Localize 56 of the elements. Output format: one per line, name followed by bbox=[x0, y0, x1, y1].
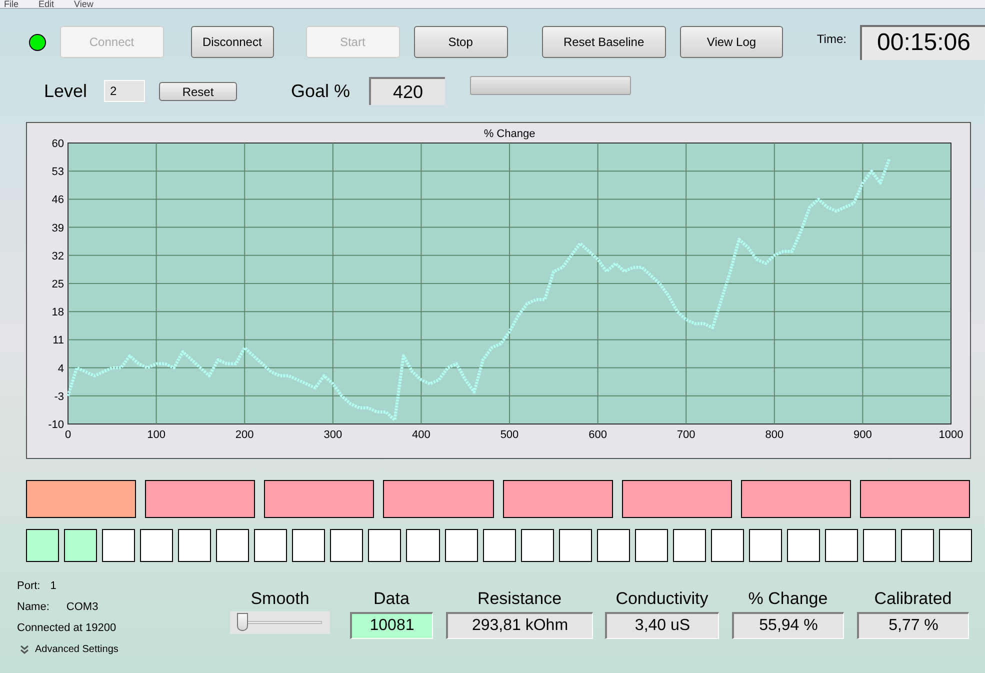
goal-label: Goal % bbox=[291, 80, 350, 102]
readout-label: Data bbox=[374, 588, 410, 610]
y-tick-label: 11 bbox=[52, 334, 64, 347]
reset-button[interactable]: Reset bbox=[159, 82, 238, 100]
y-tick-label: -10 bbox=[48, 419, 64, 431]
name-label: Name: bbox=[17, 600, 50, 615]
advanced-settings-toggle[interactable]: Advanced Settings bbox=[20, 638, 118, 660]
readout-value: 10081 bbox=[350, 612, 433, 639]
button[interactable]: Reset Baseline bbox=[542, 26, 666, 58]
x-tick-label: 100 bbox=[147, 429, 166, 441]
menu-item[interactable]: View bbox=[74, 0, 94, 8]
readout-label: Calibrated bbox=[874, 588, 952, 610]
time-label: Time: bbox=[816, 31, 846, 48]
x-tick-label: 600 bbox=[588, 429, 607, 441]
time-display: 00:15:06 bbox=[860, 24, 985, 60]
y-tick-label: 18 bbox=[52, 306, 64, 319]
readout-value: 5,77 % bbox=[857, 612, 969, 639]
x-tick-label: 400 bbox=[412, 429, 430, 441]
port-value: 1 bbox=[50, 578, 56, 594]
y-tick-label: 32 bbox=[52, 250, 64, 262]
double-chevron-icon bbox=[20, 644, 29, 654]
smooth-slider[interactable] bbox=[230, 611, 330, 634]
readout-value: 3,40 uS bbox=[605, 612, 719, 639]
port-name: COM3 bbox=[66, 600, 98, 615]
x-tick-label: 700 bbox=[676, 429, 696, 441]
readout-value: 293,81 kOhm bbox=[446, 612, 593, 639]
y-tick-label: 25 bbox=[52, 278, 64, 290]
x-tick-label: 800 bbox=[765, 429, 784, 441]
y-tick-label: 4 bbox=[58, 362, 64, 375]
x-tick-label: 300 bbox=[324, 429, 342, 441]
x-tick-label: 900 bbox=[854, 429, 872, 441]
y-tick-label: 60 bbox=[52, 138, 64, 150]
x-tick-label: 200 bbox=[235, 429, 254, 441]
x-tick-label: 1000 bbox=[938, 429, 964, 441]
y-tick-label: 39 bbox=[52, 222, 64, 234]
x-tick-label: 0 bbox=[64, 429, 72, 441]
smooth-label: Smooth bbox=[250, 588, 310, 610]
readout-label: Conductivity bbox=[616, 588, 708, 610]
readout-label: % Change bbox=[748, 588, 828, 610]
button[interactable]: Stop bbox=[414, 26, 508, 58]
y-tick-label: 53 bbox=[52, 166, 64, 178]
level-label: Level bbox=[44, 80, 88, 102]
readout-label: Resistance bbox=[477, 588, 562, 610]
readout-value: 55,94 % bbox=[732, 612, 844, 639]
goal-field: 420 bbox=[369, 77, 446, 105]
level-field: 2 bbox=[104, 80, 146, 102]
chart-title: % Change bbox=[484, 128, 536, 140]
button[interactable]: View Log bbox=[680, 26, 783, 58]
menu-item[interactable]: Edit bbox=[38, 0, 54, 8]
port-label: Port: bbox=[17, 578, 40, 594]
x-tick-label: 500 bbox=[500, 429, 519, 441]
y-tick-label: 46 bbox=[52, 194, 64, 206]
button[interactable]: Disconnect bbox=[190, 26, 274, 58]
connection-status: Connected at 19200 bbox=[17, 620, 118, 636]
menu-item[interactable]: File bbox=[4, 0, 19, 8]
y-tick-label: -3 bbox=[54, 390, 64, 403]
